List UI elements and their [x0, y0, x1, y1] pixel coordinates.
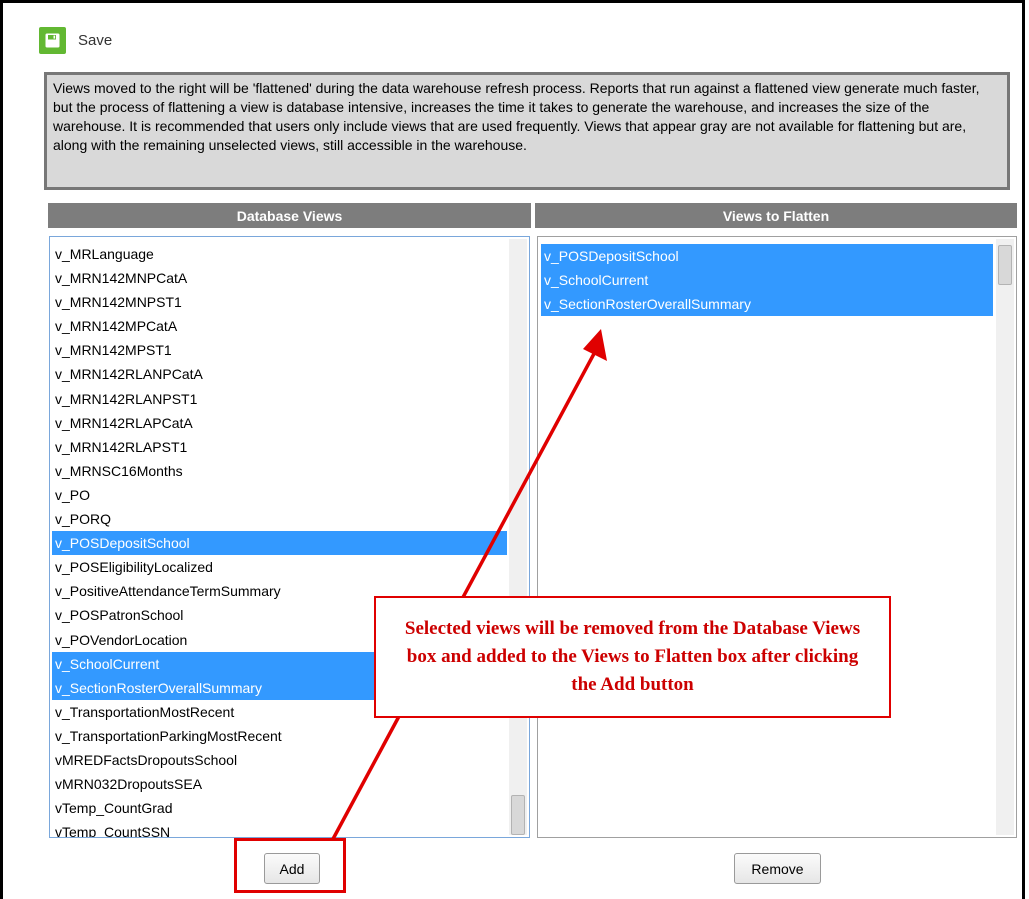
- flatten-view-item[interactable]: v_POSDepositSchool: [541, 244, 993, 269]
- flatten-info-message: Views moved to the right will be 'flatte…: [44, 72, 1010, 190]
- database-view-item[interactable]: v_MRNSC16Months: [52, 459, 507, 483]
- database-view-item[interactable]: v_POSDepositSchool: [52, 531, 507, 556]
- database-view-item[interactable]: vMRN032DropoutsSEA: [52, 772, 507, 796]
- database-view-item[interactable]: v_MRN142RLANPST1: [52, 387, 507, 411]
- database-view-item[interactable]: vTemp_CountSSN: [52, 820, 507, 837]
- database-views-header: Database Views: [48, 203, 531, 228]
- views-to-flatten-listbox[interactable]: v_POSDepositSchool v_SchoolCurrent v_Secti…: [537, 236, 1017, 838]
- database-views-scrollbar[interactable]: [509, 239, 527, 835]
- database-view-item[interactable]: v_POSEligibilityLocalized: [52, 555, 507, 579]
- database-view-item[interactable]: v_MRN142MNPCatA: [52, 266, 507, 290]
- annotation-callout-text: Selected views will be removed from the …: [404, 618, 861, 695]
- database-view-item[interactable]: v_MRN142RLAPCatA: [52, 411, 507, 435]
- database-view-item[interactable]: vTemp_CountGrad: [52, 796, 507, 820]
- views-to-flatten-header: Views to Flatten: [535, 203, 1017, 228]
- database-view-item[interactable]: v_MRN142MPCatA: [52, 314, 507, 338]
- floppy-disk-icon[interactable]: [39, 26, 66, 54]
- views-to-flatten-scrollbar[interactable]: [996, 239, 1014, 835]
- save-button[interactable]: Save: [78, 32, 112, 49]
- database-view-item[interactable]: v_MRN142RLANPCatA: [52, 362, 507, 386]
- database-view-item[interactable]: v_MRN142MPST1: [52, 338, 507, 362]
- views-to-flatten-items: v_POSDepositSchool v_SchoolCurrent v_Secti…: [541, 244, 993, 317]
- database-view-item[interactable]: v_MRN142MNPST1: [52, 290, 507, 314]
- database-view-item[interactable]: v_TransportationParkingMostRecent: [52, 724, 507, 748]
- views-to-flatten-scroll-thumb[interactable]: [998, 245, 1012, 285]
- flatten-view-item[interactable]: v_SectionRosterOverallSummary: [541, 292, 993, 317]
- database-view-item[interactable]: v_PORQ: [52, 507, 507, 531]
- database-view-item[interactable]: v_PO: [52, 483, 507, 507]
- database-views-scroll-thumb[interactable]: [511, 795, 525, 835]
- annotation-callout: Selected views will be removed from the …: [374, 596, 891, 718]
- database-view-item[interactable]: v_MRN142RLAPST1: [52, 435, 507, 459]
- database-view-item[interactable]: v_MRLanguage: [52, 242, 507, 266]
- database-views-items: v_MRLanguage v_MRN142MNPCatA v_MRN142MNPST…: [52, 242, 507, 837]
- save-toolbar[interactable]: Save: [39, 23, 112, 57]
- flatten-view-item[interactable]: v_SchoolCurrent: [541, 268, 993, 293]
- remove-button[interactable]: Remove: [734, 853, 821, 884]
- add-button-highlight: [234, 838, 346, 893]
- database-view-item[interactable]: vMREDFactsDropoutsSchool: [52, 748, 507, 772]
- database-views-listbox[interactable]: v_MRLanguage v_MRN142MNPCatA v_MRN142MNPST…: [49, 236, 530, 838]
